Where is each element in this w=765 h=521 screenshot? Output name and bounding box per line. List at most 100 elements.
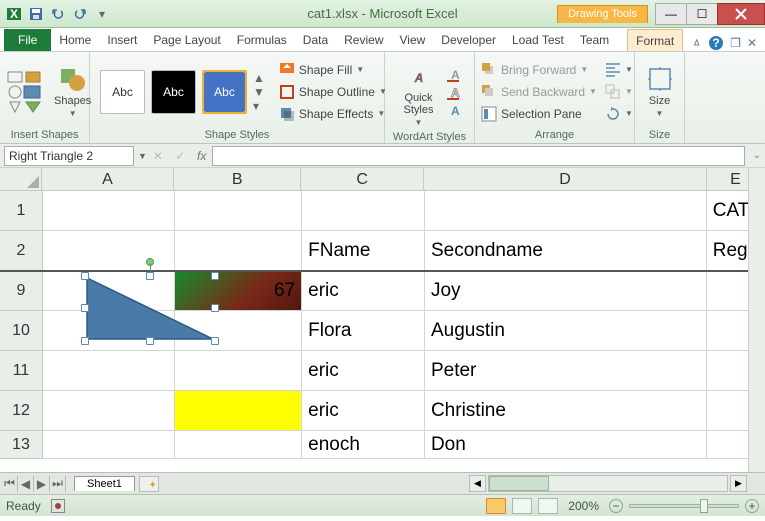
cell[interactable]: eric (302, 271, 425, 311)
cell[interactable] (175, 351, 302, 391)
shape-outline-button[interactable]: Shape Outline ▼ (279, 82, 387, 102)
cell[interactable]: FName (302, 231, 425, 271)
view-normal-button[interactable] (486, 498, 506, 514)
cell[interactable]: Don (425, 431, 707, 459)
row-header[interactable]: 2 (0, 231, 43, 271)
sheet-tab-sheet1[interactable]: Sheet1 (74, 476, 135, 491)
undo-icon[interactable] (48, 4, 68, 24)
tab-formulas[interactable]: Formulas (229, 29, 295, 51)
horizontal-scrollbar[interactable] (488, 475, 728, 492)
tab-insert[interactable]: Insert (99, 29, 145, 51)
worksheet[interactable]: ABCDE 12910111213 CAT 1FNameSecondnameRe… (0, 168, 765, 472)
zoom-slider[interactable] (629, 504, 739, 508)
row-header[interactable]: 1 (0, 191, 43, 231)
tab-review[interactable]: Review (336, 29, 391, 51)
selection-pane-button[interactable]: Selection Pane (481, 104, 597, 124)
namebox-dropdown-icon[interactable]: ▼ (138, 151, 147, 161)
close-workbook-icon[interactable]: ✕ (747, 36, 757, 50)
column-header[interactable]: C (301, 168, 424, 191)
expand-formula-bar-icon[interactable]: ⌄ (753, 150, 761, 161)
row-header[interactable]: 9 (0, 271, 43, 311)
align-button[interactable]: ▼ (605, 60, 633, 80)
hscroll-left[interactable]: ◀ (469, 475, 486, 492)
redo-icon[interactable] (70, 4, 90, 24)
name-box[interactable] (4, 146, 134, 166)
formula-bar[interactable] (212, 146, 745, 166)
tab-format[interactable]: Format (627, 29, 683, 51)
shape-style-1[interactable]: Abc (100, 70, 145, 114)
row-header[interactable]: 13 (0, 431, 43, 459)
cell[interactable] (43, 231, 175, 271)
help-icon[interactable]: ? (708, 35, 724, 51)
macro-record-icon[interactable] (51, 499, 65, 513)
file-tab[interactable]: File (4, 29, 51, 51)
cell[interactable] (302, 191, 425, 231)
styles-scroll-up[interactable]: ▲ (253, 71, 265, 85)
row-header[interactable]: 10 (0, 311, 43, 351)
cell[interactable] (43, 391, 175, 431)
cell[interactable]: eric (302, 391, 425, 431)
column-header[interactable]: B (174, 168, 301, 191)
save-icon[interactable] (26, 4, 46, 24)
group-button[interactable]: ▼ (605, 82, 633, 102)
column-header[interactable]: D (424, 168, 707, 191)
size-button[interactable]: Size▼ (640, 63, 680, 120)
tab-developer[interactable]: Developer (433, 29, 504, 51)
view-page-layout-button[interactable] (512, 498, 532, 514)
shapes-gallery-small[interactable] (6, 70, 44, 114)
tab-page-layout[interactable]: Page Layout (145, 29, 228, 51)
cell[interactable] (43, 271, 175, 311)
cell[interactable]: Joy (425, 271, 707, 311)
zoom-in-button[interactable]: + (745, 499, 759, 513)
cell[interactable]: Augustin (425, 311, 707, 351)
new-sheet-button[interactable]: ✦ (139, 476, 159, 492)
cancel-icon[interactable]: ✕ (147, 149, 169, 163)
zoom-level[interactable]: 200% (568, 499, 599, 513)
cell[interactable]: Flora (302, 311, 425, 351)
shape-effects-button[interactable]: Shape Effects ▼ (279, 104, 387, 124)
tab-load-test[interactable]: Load Test (504, 29, 572, 51)
tab-team[interactable]: Team (572, 29, 617, 51)
cell[interactable]: Christine (425, 391, 707, 431)
vertical-scrollbar[interactable] (748, 168, 765, 472)
cell[interactable]: eric (302, 351, 425, 391)
sheet-nav-prev[interactable]: ◀ (18, 476, 34, 492)
cell[interactable] (43, 431, 175, 459)
enter-icon[interactable]: ✓ (169, 149, 191, 163)
shape-fill-button[interactable]: Shape Fill ▼ (279, 60, 387, 80)
tab-view[interactable]: View (392, 29, 434, 51)
rotate-button[interactable]: ▼ (605, 104, 633, 124)
cell[interactable] (175, 391, 302, 431)
minimize-button[interactable]: — (655, 3, 687, 25)
cell[interactable]: Secondname (425, 231, 707, 271)
fx-icon[interactable]: fx (191, 149, 212, 163)
cell[interactable] (425, 191, 707, 231)
bring-forward-button[interactable]: Bring Forward ▼ (481, 60, 597, 80)
cell[interactable]: 67 (175, 271, 302, 311)
cell[interactable] (43, 191, 175, 231)
cell[interactable] (43, 311, 175, 351)
quick-styles-button[interactable]: A Quick Styles▼ (397, 56, 441, 129)
sheet-nav-last[interactable]: ⏭ (50, 476, 66, 492)
hscroll-right[interactable]: ▶ (730, 475, 747, 492)
cell[interactable]: Peter (425, 351, 707, 391)
select-all-corner[interactable] (0, 168, 42, 191)
close-button[interactable] (717, 3, 765, 25)
cell[interactable] (43, 351, 175, 391)
row-header[interactable]: 12 (0, 391, 43, 431)
tab-home[interactable]: Home (51, 29, 99, 51)
cell[interactable] (175, 191, 302, 231)
shape-style-3[interactable]: Abc (202, 70, 247, 114)
cell[interactable] (175, 231, 302, 271)
text-fill-icon[interactable]: A (445, 67, 463, 83)
view-page-break-button[interactable] (538, 498, 558, 514)
restore-window-icon[interactable]: ❐ (730, 36, 741, 50)
excel-icon[interactable]: X (4, 4, 24, 24)
cell[interactable]: enoch (302, 431, 425, 459)
styles-scroll-down[interactable]: ▼ (253, 85, 265, 99)
sheet-nav-first[interactable]: ⏮ (2, 476, 18, 492)
text-outline-icon[interactable]: A (445, 85, 463, 101)
sheet-nav-next[interactable]: ▶ (34, 476, 50, 492)
tab-data[interactable]: Data (295, 29, 336, 51)
cell[interactable] (175, 311, 302, 351)
